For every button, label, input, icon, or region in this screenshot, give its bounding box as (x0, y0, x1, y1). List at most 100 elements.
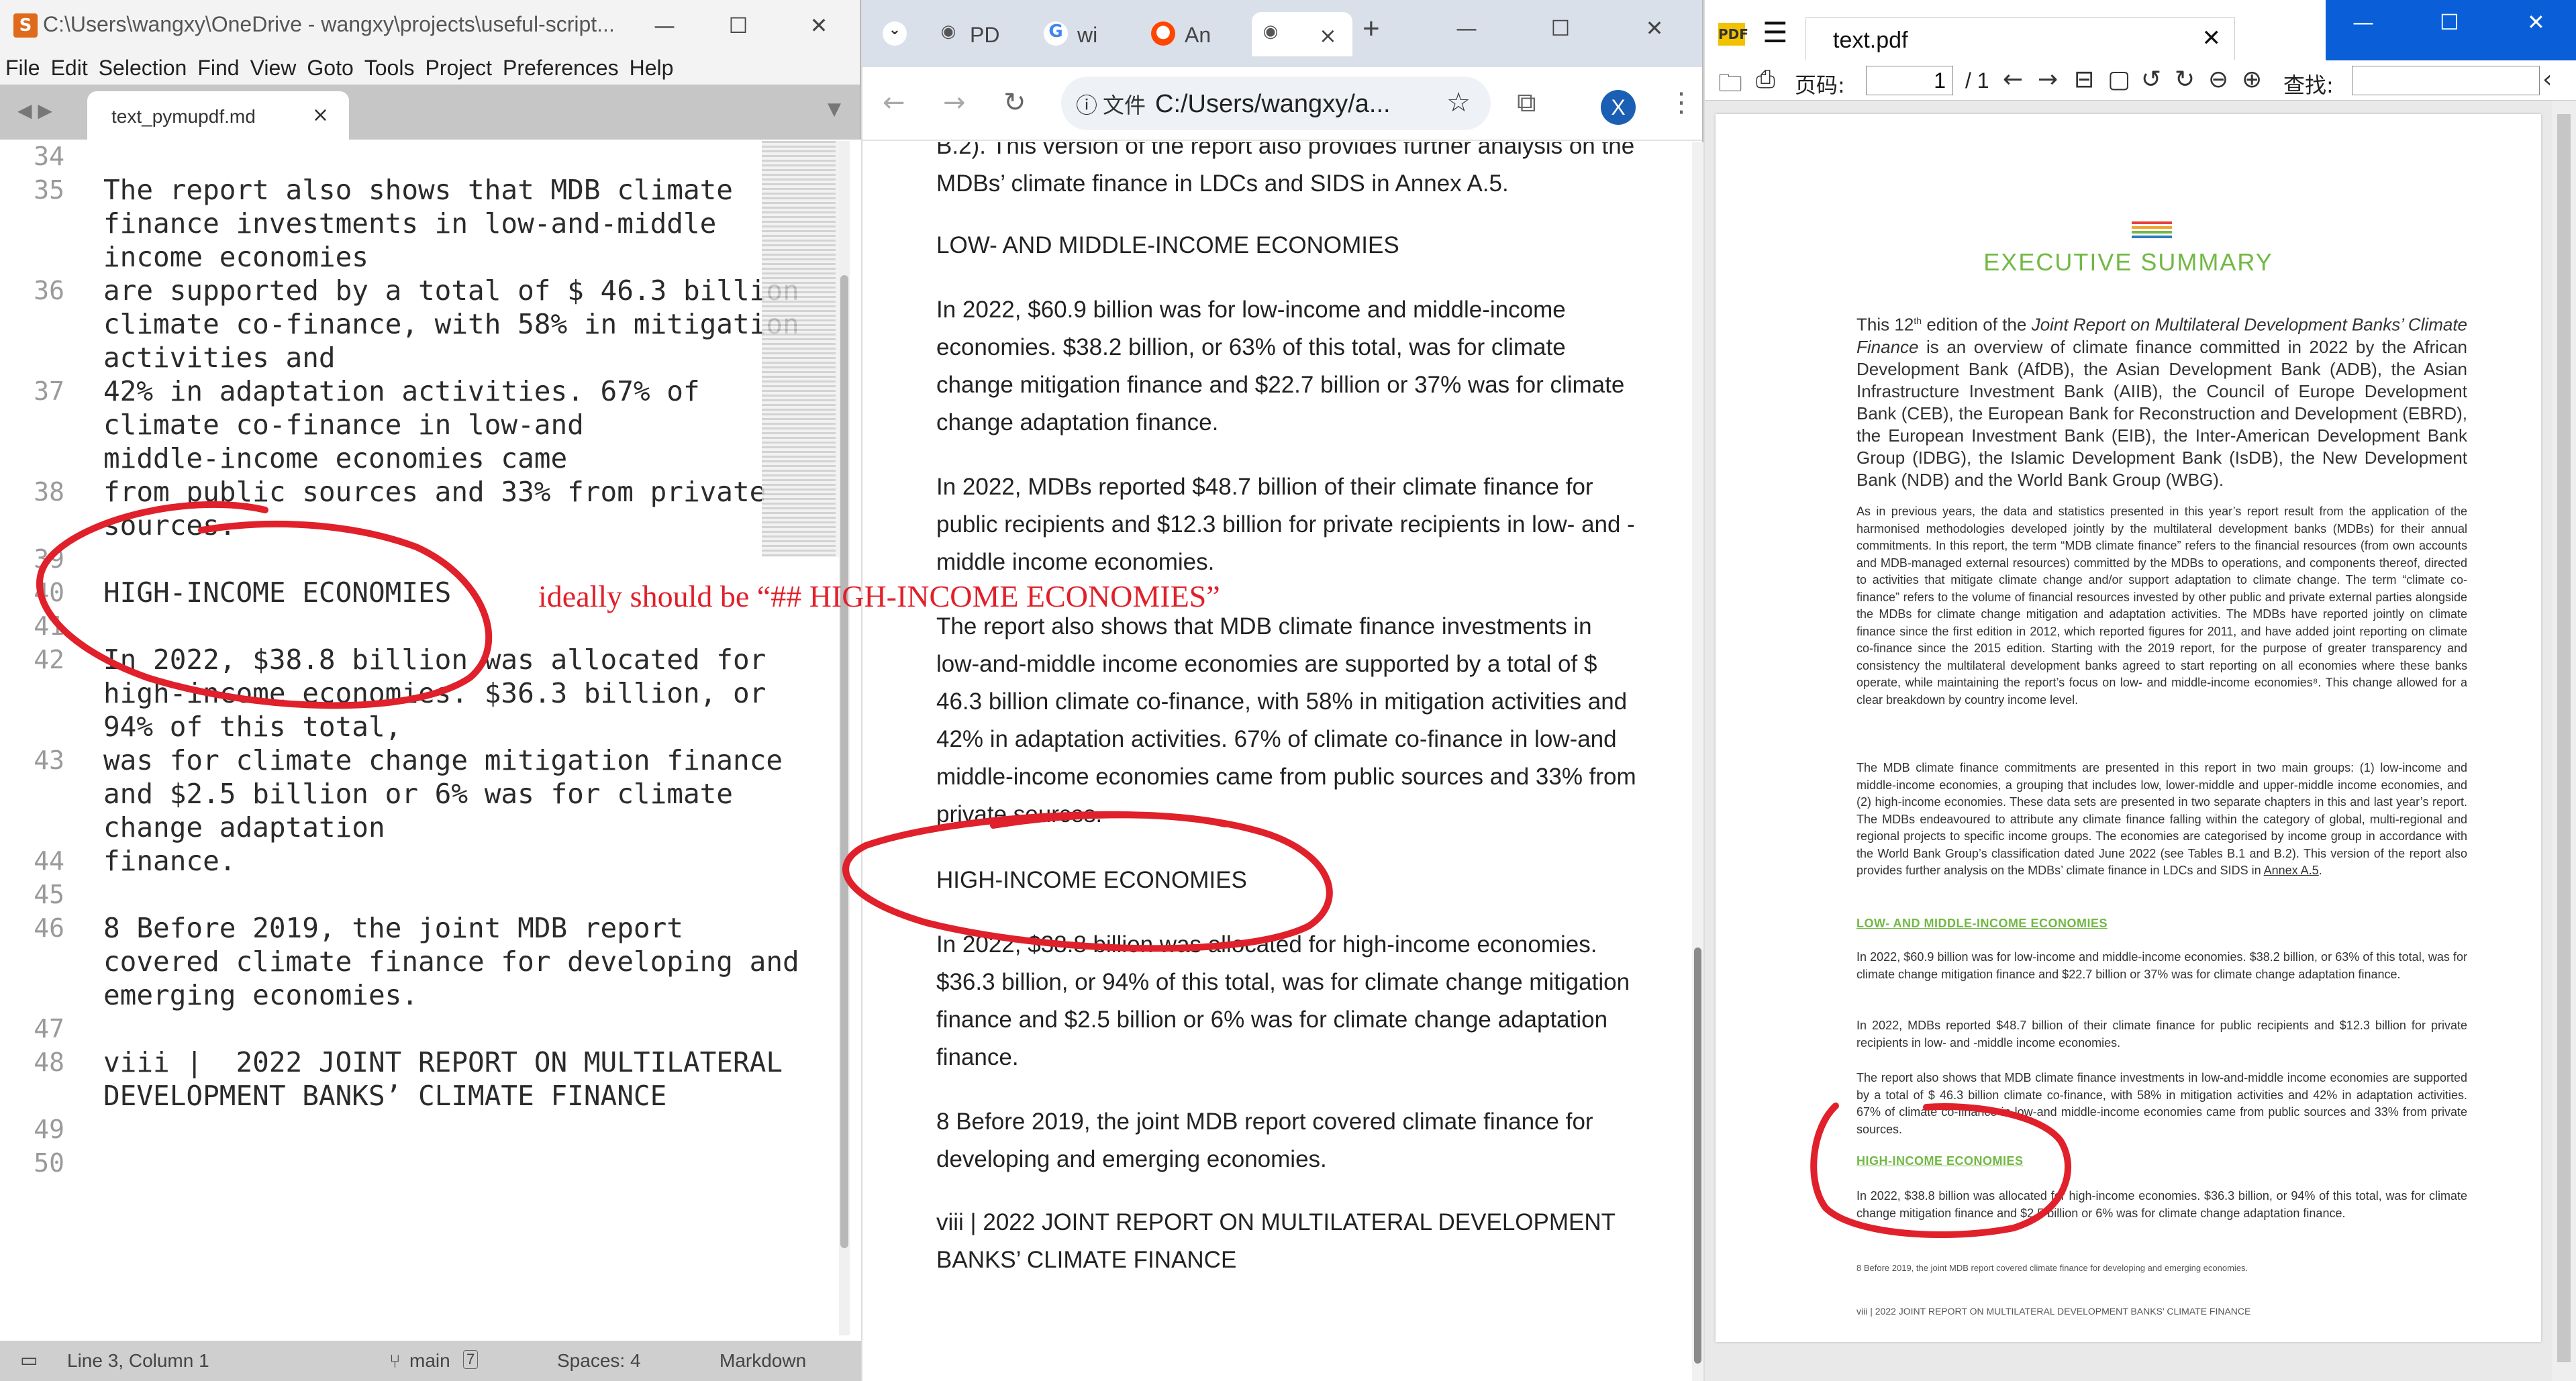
chrome-tab-2[interactable]: Gwi (1037, 12, 1138, 56)
code-line[interactable]: In 2022, $38.8 billion was allocated for (103, 643, 766, 676)
status-spaces[interactable]: Spaces: 4 (557, 1350, 641, 1372)
maximize-button[interactable]: ☐ (718, 9, 758, 42)
menu-help[interactable]: Help (630, 51, 674, 85)
code-line[interactable]: middle-income economies came (103, 442, 567, 475)
code-line[interactable]: are supported by a total of $ 46.3 billi… (103, 274, 799, 307)
find-input[interactable] (2352, 66, 2540, 95)
code-line[interactable]: income economies (103, 240, 368, 274)
code-line[interactable]: 8 Before 2019, the joint MDB report (103, 911, 683, 945)
continuous-view-icon[interactable]: ⊟ (2074, 66, 2094, 93)
tab-dropdown-icon[interactable]: ▼ (828, 99, 841, 119)
editor-area[interactable]: 34 35 The report also shows that MDB clima… (0, 140, 861, 1341)
minimize-button[interactable]: — (1446, 12, 1487, 44)
code-line[interactable]: covered climate finance for developing a… (103, 945, 799, 978)
prev-page-icon[interactable]: ← (2003, 66, 2023, 93)
back-arrow-icon[interactable]: ← (883, 87, 905, 118)
scrollbar-thumb[interactable] (840, 275, 848, 1248)
code-line[interactable]: DEVELOPMENT BANKS’ CLIMATE FINANCE (103, 1079, 666, 1113)
extensions-icon[interactable]: ⧉ (1517, 87, 1536, 118)
print-icon[interactable]: ⎙ (1756, 66, 1775, 94)
code-line[interactable]: viii | 2022 JOINT REPORT ON MULTILATERAL (103, 1045, 783, 1079)
info-icon[interactable]: ⓘ (1076, 89, 1097, 119)
menu-edit[interactable]: Edit (51, 51, 88, 85)
menu-find[interactable]: Find (197, 51, 239, 85)
open-folder-icon[interactable]: 🗀 (1718, 66, 1742, 107)
hamburger-menu-icon[interactable]: ☰ (1763, 16, 1788, 49)
address-bar[interactable]: ⓘ 文件 C:/Users/wangxy/a... ☆ (1061, 76, 1491, 130)
menu-tools[interactable]: Tools (364, 51, 415, 85)
code-line[interactable]: 42% in adaptation activities. 67% of (103, 374, 700, 408)
next-page-icon[interactable]: → (2038, 66, 2058, 93)
code-line[interactable]: 94% of this total, (103, 710, 401, 744)
chevron-left-icon[interactable]: ‹ (2542, 66, 2552, 93)
code-line[interactable]: activities and (103, 341, 336, 374)
bookmark-star-icon[interactable]: ☆ (1446, 87, 1471, 118)
tab-close-icon[interactable]: × (312, 103, 329, 127)
maximize-button[interactable]: ☐ (1540, 12, 1581, 44)
page-footnote: 8 Before 2019, the joint MDB report cove… (936, 1109, 1593, 1172)
zoom-in-icon[interactable]: ⊕ (2242, 66, 2262, 93)
page-number-input[interactable]: 1 (1866, 66, 1953, 95)
annex-link[interactable]: Annex A.5 (2264, 864, 2319, 877)
menu-project[interactable]: Project (425, 51, 492, 85)
tab-bar: ◀ ▶ text_pymupdf.md × ▼ (0, 85, 860, 140)
scrollbar-thumb[interactable] (1694, 948, 1701, 1364)
code-line[interactable]: and $2.5 billion or 6% was for climate (103, 777, 733, 811)
new-tab-button[interactable]: + (1363, 12, 1403, 56)
code-line[interactable]: climate co-finance, with 58% in mitigati… (103, 307, 799, 341)
close-button[interactable]: ✕ (2527, 9, 2545, 35)
code-line[interactable]: high-income economies. $36.3 billion, or (103, 676, 766, 710)
menu-goto[interactable]: Goto (307, 51, 353, 85)
pdf-tab[interactable]: text.pdf ✕ (1805, 17, 2235, 60)
menu-file[interactable]: File (5, 51, 40, 85)
forward-arrow-icon[interactable]: → (943, 87, 966, 118)
line-number (0, 777, 64, 811)
close-button[interactable]: ✕ (799, 9, 839, 42)
minimap-viewport[interactable] (762, 141, 839, 557)
code-line[interactable]: finance. (103, 844, 236, 878)
menu-preferences[interactable]: Preferences (503, 51, 619, 85)
reddit-icon: ● (1151, 21, 1175, 46)
tab-search-button[interactable]: ⌄ (875, 12, 915, 56)
scrollbar-thumb[interactable] (2557, 114, 2571, 1362)
code-line[interactable]: The report also shows that MDB climate (103, 173, 733, 207)
editor-scrollbar[interactable] (839, 141, 850, 1335)
zoom-out-icon[interactable]: ⊖ (2208, 66, 2228, 93)
page-scrollbar[interactable] (1692, 142, 1703, 1381)
code-line[interactable]: climate co-finance in low-and (103, 408, 584, 442)
minimize-button[interactable]: — (2352, 9, 2374, 35)
pdf-scrollbar[interactable] (2552, 101, 2576, 1381)
close-button[interactable]: ✕ (1634, 12, 1675, 44)
status-position[interactable]: Line 3, Column 1 (67, 1350, 209, 1372)
url-text[interactable]: C:/Users/wangxy/a... (1155, 90, 1391, 119)
profile-avatar[interactable]: X (1601, 90, 1636, 125)
code-line[interactable]: emerging economies. (103, 978, 418, 1012)
chrome-tab-1[interactable]: ◉ PD (930, 12, 1030, 56)
tab-text-pymupdf[interactable]: text_pymupdf.md × (87, 91, 349, 140)
tab-close-icon[interactable]: ✕ (2202, 25, 2222, 52)
code-line[interactable]: was for climate change mitigation financ… (103, 744, 783, 777)
tab-close-icon[interactable]: × (1319, 23, 1337, 48)
chrome-tab-3[interactable]: ● An (1144, 12, 1245, 56)
status-syntax[interactable]: Markdown (720, 1350, 806, 1372)
rotate-left-icon[interactable]: ↺ (2141, 66, 2161, 93)
code-line[interactable]: from public sources and 33% from private (103, 475, 766, 509)
code-line[interactable]: finance investments in low-and-middle (103, 207, 716, 240)
single-page-icon[interactable]: ▢ (2108, 66, 2130, 93)
panel-toggle-icon[interactable]: ▭ (20, 1349, 38, 1371)
reload-icon[interactable]: ↻ (1003, 87, 1026, 118)
code-line[interactable]: HIGH-INCOME ECONOMIES (103, 576, 451, 609)
google-icon: G (1044, 21, 1068, 46)
code-line[interactable]: sources. (103, 509, 236, 542)
code-line[interactable]: change adaptation (103, 811, 385, 844)
more-menu-icon[interactable]: ⋮ (1668, 87, 1695, 118)
menu-selection[interactable]: Selection (99, 51, 187, 85)
maximize-button[interactable]: ☐ (2440, 9, 2459, 35)
status-branch[interactable]: main (409, 1350, 450, 1372)
menu-view[interactable]: View (250, 51, 297, 85)
chrome-tab-active[interactable]: ◉ × (1252, 12, 1352, 56)
rotate-right-icon[interactable]: ↻ (2175, 66, 2195, 93)
globe-icon: ◉ (940, 21, 956, 42)
minimize-button[interactable]: — (644, 9, 685, 42)
tab-nav-arrows-icon[interactable]: ◀ ▶ (17, 99, 52, 121)
